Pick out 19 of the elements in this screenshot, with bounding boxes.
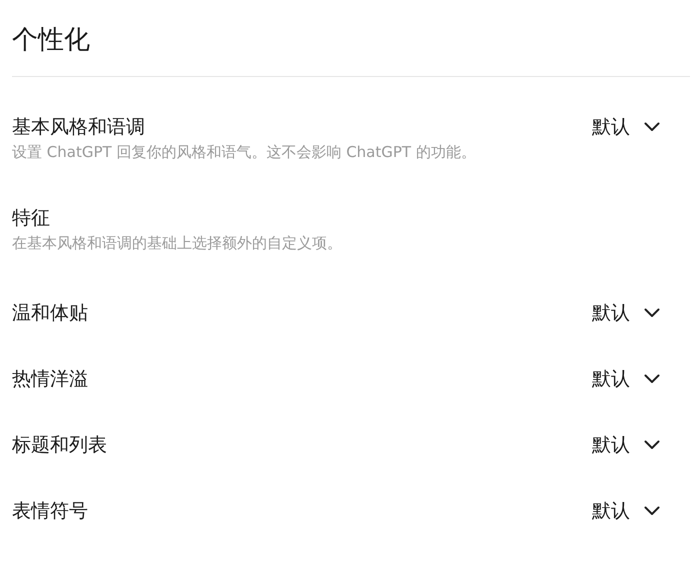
setting-label: 标题和列表 — [12, 433, 108, 458]
page-title: 个性化 — [12, 24, 91, 57]
value-dropdown[interactable]: 默认 — [592, 299, 668, 327]
value-dropdown[interactable]: 默认 — [592, 113, 668, 141]
value-dropdown[interactable]: 默认 — [592, 497, 668, 525]
chevron-down-icon — [644, 122, 660, 132]
setting-description: 设置 ChatGPT 回复你的风格和语气。这不会影响 ChatGPT 的功能。 — [12, 142, 477, 163]
chevron-down-icon — [644, 440, 660, 450]
setting-label: 表情符号 — [12, 499, 89, 524]
setting-label: 特征 — [12, 206, 51, 231]
setting-label: 热情洋溢 — [12, 367, 89, 392]
value-dropdown[interactable]: 默认 — [592, 365, 668, 393]
value-dropdown[interactable]: 默认 — [592, 431, 668, 459]
chevron-down-icon — [644, 506, 660, 516]
setting-description: 在基本风格和语调的基础上选择额外的自定义项。 — [12, 233, 343, 254]
chevron-down-icon — [644, 374, 660, 384]
setting-label: 基本风格和语调 — [12, 115, 146, 140]
setting-label: 温和体贴 — [12, 301, 89, 326]
chevron-down-icon — [644, 308, 660, 318]
